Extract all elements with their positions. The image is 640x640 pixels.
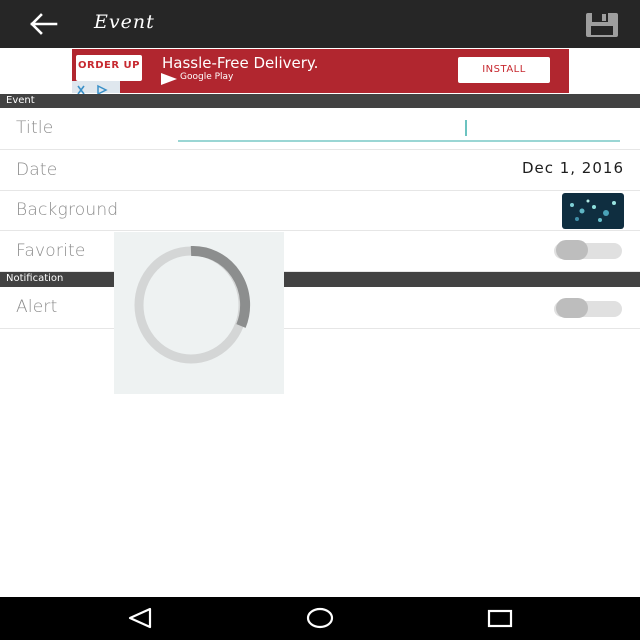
alert-toggle[interactable] [554, 298, 624, 318]
square-recents-icon [487, 609, 513, 628]
title-row[interactable]: Title [0, 108, 640, 150]
ad-store-text: Google Play [180, 72, 234, 82]
progress-ring-icon [134, 245, 251, 364]
ad-banner[interactable]: ORDER UP Hassle-Free Delivery. Google Pl… [72, 49, 569, 96]
section-label-notification: Notification [6, 273, 64, 284]
date-label: Date [16, 160, 58, 180]
circle-home-icon [306, 607, 334, 629]
save-button[interactable] [584, 11, 620, 39]
background-row[interactable]: Background [0, 191, 640, 231]
favorite-toggle[interactable] [554, 240, 624, 260]
app-toolbar: Event [0, 0, 640, 48]
ad-install-button[interactable]: INSTALL [458, 57, 550, 83]
toggle-knob [556, 240, 588, 260]
date-row[interactable]: Date Dec 1, 2016 [0, 150, 640, 191]
ad-logo-text: ORDER UP [78, 60, 140, 71]
system-nav-bar [0, 597, 640, 640]
section-header-event: Event [0, 94, 640, 108]
alert-label: Alert [16, 297, 58, 317]
nav-recents-button[interactable] [478, 603, 522, 633]
back-button[interactable] [26, 10, 62, 38]
floppy-disk-icon [586, 13, 618, 37]
title-label: Title [16, 118, 54, 138]
favorite-label: Favorite [16, 241, 86, 261]
nav-back-button[interactable] [118, 603, 162, 633]
ad-headline: Hassle-Free Delivery. [162, 54, 319, 72]
title-input[interactable] [178, 118, 620, 142]
triangle-back-icon [128, 607, 152, 629]
background-thumbnail[interactable] [562, 193, 624, 229]
text-cursor [465, 120, 467, 136]
toggle-knob [556, 298, 588, 318]
ad-choices-icon[interactable] [72, 81, 120, 96]
alert-row[interactable]: Alert [0, 287, 640, 329]
section-header-notification: Notification [0, 272, 640, 287]
page-title: Event [94, 11, 155, 33]
section-label-event: Event [6, 95, 35, 106]
loading-spinner [114, 232, 284, 394]
arrow-back-icon [30, 13, 58, 35]
date-value[interactable]: Dec 1, 2016 [522, 159, 624, 177]
favorite-row[interactable]: Favorite [0, 231, 640, 272]
play-store-icon [161, 73, 177, 85]
nav-home-button[interactable] [298, 603, 342, 633]
ad-logo: ORDER UP [76, 55, 142, 81]
background-label: Background [16, 200, 119, 220]
